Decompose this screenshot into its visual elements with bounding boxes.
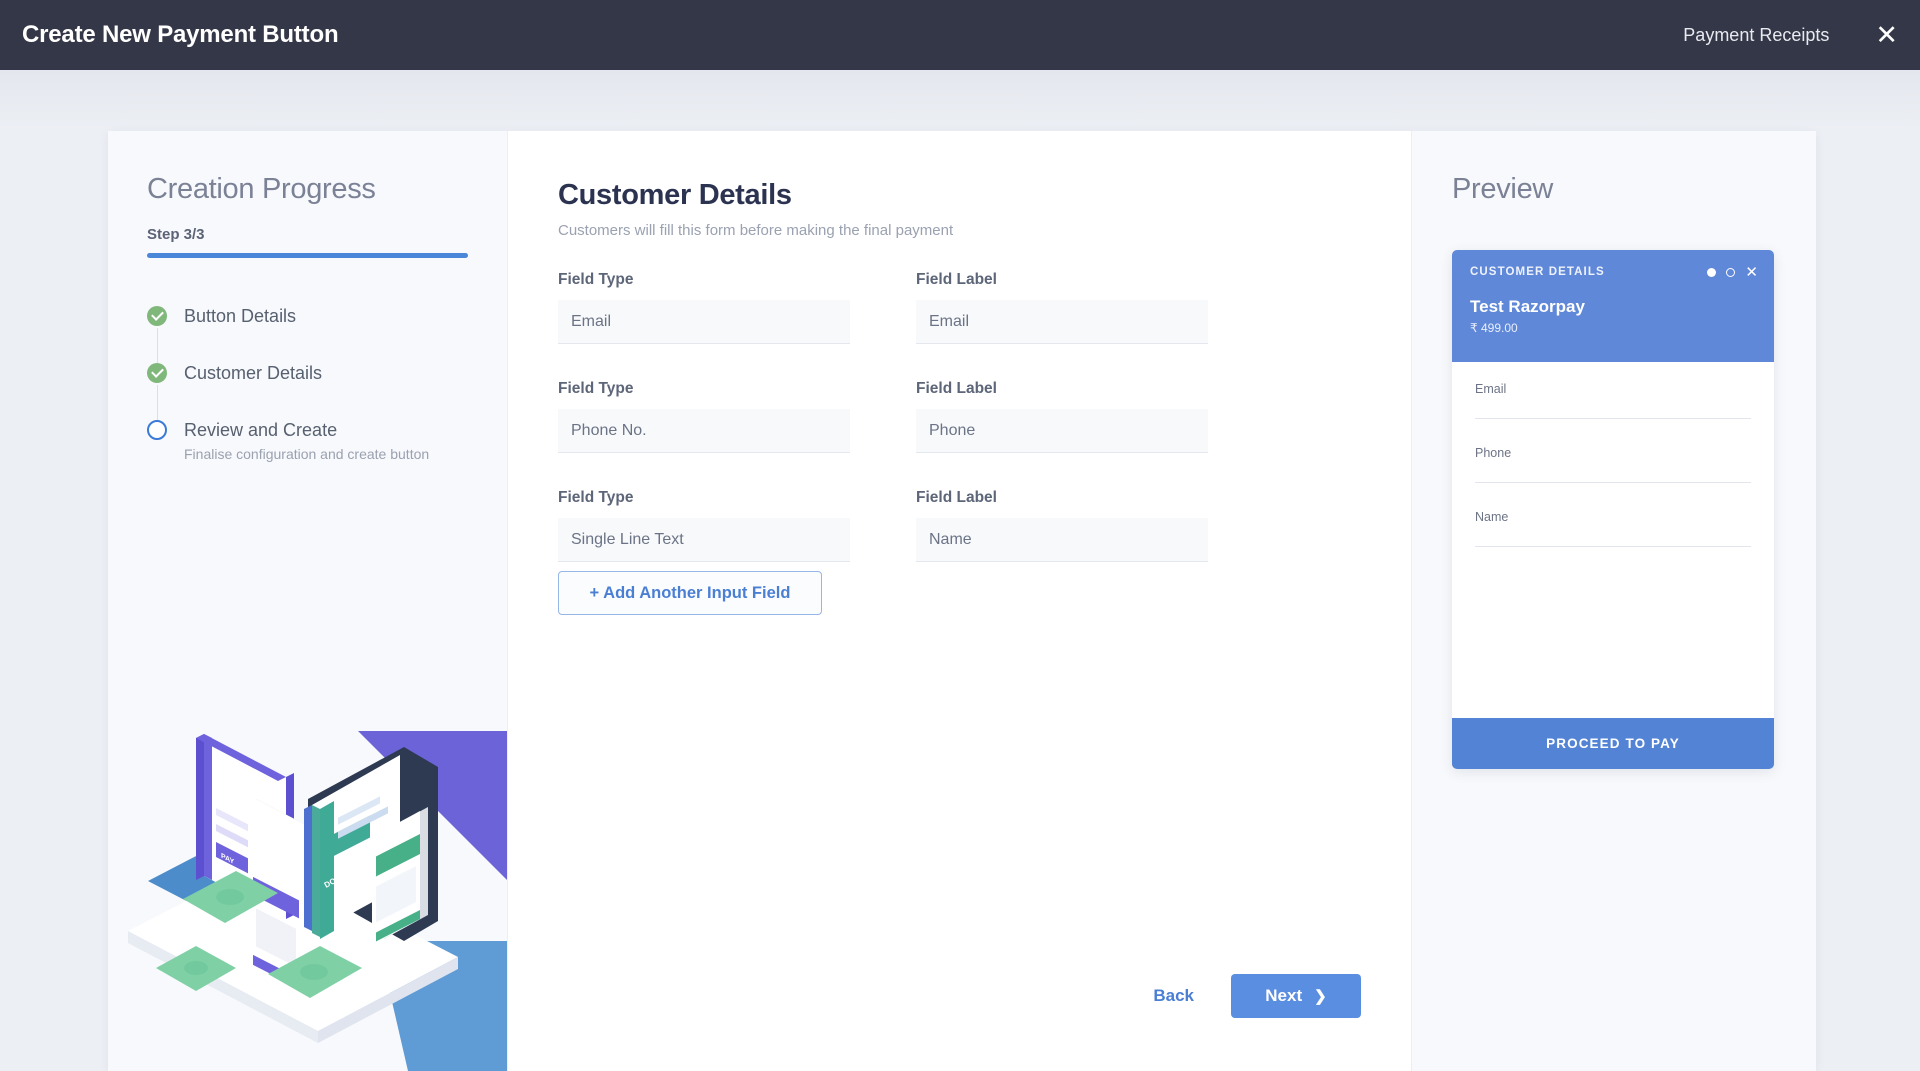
field-label-group: Field Label Phone <box>916 380 1208 453</box>
preview-amount: ₹ 499.00 <box>1470 321 1518 335</box>
progress-bar-fill <box>147 253 468 258</box>
input-field-row: Field Type Email Field Label Email <box>558 271 1358 344</box>
field-type-label: Field Type <box>558 380 634 397</box>
wizard-shell: Creation Progress Step 3/3 Button Detail… <box>108 131 1816 1071</box>
preview-field-label: Name <box>1475 510 1509 524</box>
creation-progress-title: Creation Progress <box>147 173 376 205</box>
field-type-select[interactable]: Phone No. <box>558 409 850 453</box>
section-subtitle: Customers will fill this form before mak… <box>558 222 954 239</box>
field-type-label: Field Type <box>558 489 634 506</box>
wizard-footer: Back Next ❯ <box>1153 974 1361 1018</box>
customer-details-panel: Customer Details Customers will fill thi… <box>508 131 1411 1071</box>
field-type-group: Field Type Phone No. <box>558 380 850 453</box>
page-title: Create New Payment Button <box>22 21 339 48</box>
field-type-select[interactable]: Single Line Text <box>558 518 850 562</box>
step-label: Review and Create <box>184 420 338 440</box>
input-field-list: Field Type Email Field Label Email Field… <box>558 271 1358 610</box>
check-circle-icon <box>147 306 167 326</box>
field-type-label: Field Type <box>558 271 634 288</box>
input-field-row: Field Type Phone No. Field Label Phone <box>558 380 1358 453</box>
field-type-group: Field Type Email <box>558 271 850 344</box>
next-button[interactable]: Next ❯ <box>1231 974 1361 1018</box>
step-description: Finalise configuration and create button <box>184 446 430 462</box>
preview-field-label: Phone <box>1475 446 1512 460</box>
field-label-input[interactable]: Name <box>916 518 1208 562</box>
field-label-input[interactable]: Email <box>916 300 1208 344</box>
step-item-customer-details[interactable]: Customer Details <box>147 363 477 421</box>
next-button-label: Next <box>1265 986 1303 1005</box>
preview-field-label: Email <box>1475 382 1507 396</box>
step-item-button-details[interactable]: Button Details <box>147 306 477 364</box>
chevron-right-icon: ❯ <box>1314 988 1327 1005</box>
step-item-review-and-create[interactable]: Review and Create Finalise configuration… <box>147 420 477 477</box>
step-label: Button Details <box>184 306 297 326</box>
field-label-label: Field Label <box>916 271 997 288</box>
close-icon[interactable]: ✕ <box>1875 21 1920 49</box>
payment-preview-card: CUSTOMER DETAILS ✕ Test Razorpay ₹ 499.0… <box>1452 250 1774 769</box>
step-list: Button Details Customer Details Review a… <box>147 306 477 477</box>
section-title: Customer Details <box>558 179 792 211</box>
preview-field: Phone <box>1475 446 1751 483</box>
field-label-group: Field Label Email <box>916 271 1208 344</box>
close-icon[interactable]: ✕ <box>1745 265 1758 280</box>
progress-bar-track <box>147 253 468 258</box>
step-dot-hollow-icon <box>1726 268 1736 277</box>
proceed-to-pay-button[interactable]: PROCEED TO PAY <box>1452 718 1774 769</box>
app-header: Create New Payment Button Payment Receip… <box>0 0 1920 70</box>
step-connector <box>156 385 158 421</box>
field-label-label: Field Label <box>916 380 997 397</box>
check-circle-icon <box>147 363 167 383</box>
step-label: Customer Details <box>184 363 323 383</box>
creation-progress-panel: Creation Progress Step 3/3 Button Detail… <box>108 131 508 1071</box>
payment-receipts-link[interactable]: Payment Receipts <box>1683 25 1875 46</box>
field-label-group: Field Label Name <box>916 489 1208 590</box>
preview-card-controls: ✕ <box>1707 265 1758 280</box>
field-label-input[interactable]: Phone <box>916 409 1208 453</box>
header-actions: Payment Receipts ✕ <box>1683 21 1920 49</box>
field-label-label: Field Label <box>916 489 997 506</box>
preview-field-underline[interactable] <box>1475 482 1751 483</box>
preview-card-body: Email Phone Name <box>1452 362 1774 718</box>
preview-field-underline[interactable] <box>1475 546 1751 547</box>
back-button[interactable]: Back <box>1153 986 1231 1006</box>
preview-card-header: CUSTOMER DETAILS ✕ Test Razorpay ₹ 499.0… <box>1452 250 1774 362</box>
field-type-select[interactable]: Email <box>558 300 850 344</box>
circle-outline-icon <box>147 420 167 440</box>
preview-field-underline[interactable] <box>1475 418 1751 419</box>
payment-buttons-illustration: PAY DONATE <box>128 731 507 1071</box>
preview-panel: Preview CUSTOMER DETAILS ✕ Test Razorpay… <box>1411 131 1816 1071</box>
preview-field: Email <box>1475 382 1751 419</box>
step-connector <box>156 328 158 364</box>
preview-field: Name <box>1475 510 1751 547</box>
add-input-field-button[interactable]: + Add Another Input Field <box>558 571 822 615</box>
preview-merchant-name: Test Razorpay <box>1470 297 1585 316</box>
step-counter: Step 3/3 <box>147 226 205 243</box>
preview-title: Preview <box>1452 173 1554 205</box>
step-dot-filled-icon <box>1707 268 1717 277</box>
